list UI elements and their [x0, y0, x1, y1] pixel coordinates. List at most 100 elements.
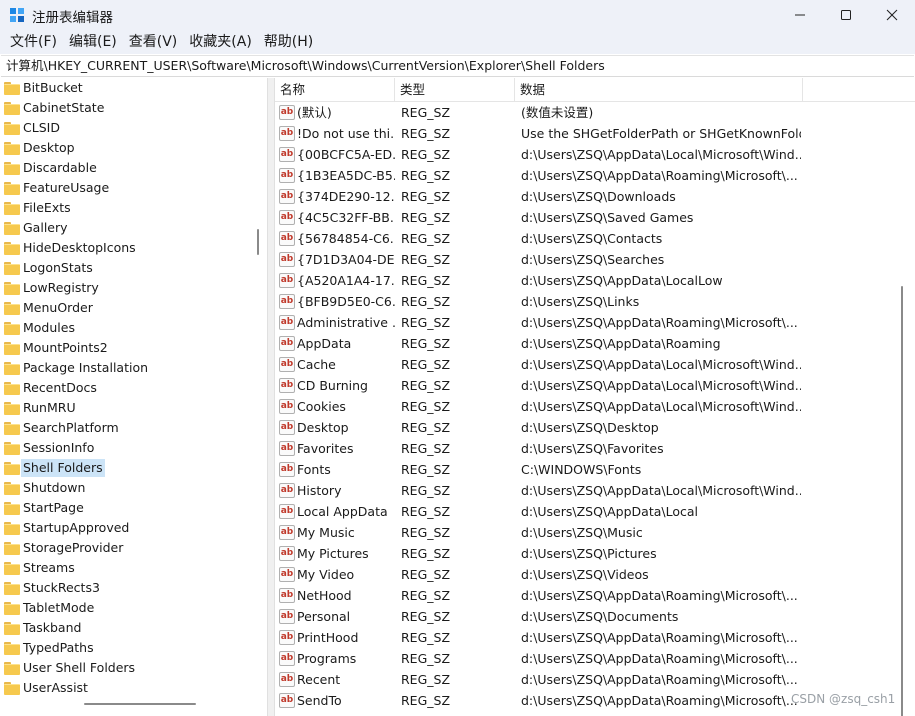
- tree-item[interactable]: FileExts: [1, 198, 251, 218]
- menu-help[interactable]: 帮助(H): [258, 30, 319, 54]
- tree-item[interactable]: StuckRects3: [1, 578, 251, 598]
- value-row[interactable]: ab CD Burning REG_SZ d:\Users\ZSQ\AppData\L…: [275, 375, 900, 396]
- menu-edit[interactable]: 编辑(E): [63, 30, 123, 54]
- value-row[interactable]: ab (默认) REG_SZ (数值未设置): [275, 102, 900, 123]
- value-name: Favorites: [297, 441, 354, 456]
- value-row[interactable]: ab Desktop REG_SZ d:\Users\ZSQ\Desktop: [275, 417, 900, 438]
- tree-item[interactable]: CabinetState: [1, 98, 251, 118]
- tree-item[interactable]: Streams: [1, 558, 251, 578]
- value-name: NetHood: [297, 588, 352, 603]
- column-header-data[interactable]: 数据: [515, 78, 803, 102]
- tree-item[interactable]: LowRegistry: [1, 278, 251, 298]
- value-name: My Music: [297, 525, 355, 540]
- value-row[interactable]: ab {1B3EA5DC-B5... REG_SZ d:\Users\ZSQ\AppD…: [275, 165, 900, 186]
- tree-item[interactable]: Shutdown: [1, 478, 251, 498]
- tree-item[interactable]: Discardable: [1, 158, 251, 178]
- tree-item[interactable]: MountPoints2: [1, 338, 251, 358]
- tree-item[interactable]: User Shell Folders: [1, 658, 251, 678]
- value-row[interactable]: ab Cookies REG_SZ d:\Users\ZSQ\AppData\Loca…: [275, 396, 900, 417]
- value-row[interactable]: ab AppData REG_SZ d:\Users\ZSQ\AppData\Roam…: [275, 333, 900, 354]
- close-button[interactable]: [869, 0, 915, 30]
- tree-item[interactable]: MenuOrder: [1, 298, 251, 318]
- value-row[interactable]: ab {00BCFC5A-ED... REG_SZ d:\Users\ZSQ\AppD…: [275, 144, 900, 165]
- menu-view[interactable]: 查看(V): [123, 30, 184, 54]
- value-row[interactable]: ab Cache REG_SZ d:\Users\ZSQ\AppData\Local\…: [275, 354, 900, 375]
- value-row[interactable]: ab NetHood REG_SZ d:\Users\ZSQ\AppData\Roam…: [275, 585, 900, 606]
- tree-item[interactable]: FeatureUsage: [1, 178, 251, 198]
- tree-item[interactable]: RecentDocs: [1, 378, 251, 398]
- tree-item[interactable]: Taskband: [1, 618, 251, 638]
- tree-item[interactable]: Package Installation: [1, 358, 251, 378]
- tree-item[interactable]: StartupApproved: [1, 518, 251, 538]
- value-row[interactable]: ab {4C5C32FF-BB... REG_SZ d:\Users\ZSQ\Save…: [275, 207, 900, 228]
- menu-file[interactable]: 文件(F): [4, 30, 63, 54]
- tree-item[interactable]: CLSID: [1, 118, 251, 138]
- tree-item[interactable]: Modules: [1, 318, 251, 338]
- folder-icon: [4, 602, 20, 615]
- tree-item[interactable]: BitBucket: [1, 78, 251, 98]
- value-type: REG_SZ: [401, 525, 451, 540]
- value-type: REG_SZ: [401, 462, 451, 477]
- value-row[interactable]: ab {A520A1A4-17... REG_SZ d:\Users\ZSQ\AppD…: [275, 270, 900, 291]
- menu-favorites[interactable]: 收藏夹(A): [183, 30, 258, 54]
- value-row[interactable]: ab Recent REG_SZ d:\Users\ZSQ\AppData\Roami…: [275, 669, 900, 690]
- value-row[interactable]: ab My Pictures REG_SZ d:\Users\ZSQ\Pictures: [275, 543, 900, 564]
- menu-bar: 文件(F) 编辑(E) 查看(V) 收藏夹(A) 帮助(H): [0, 30, 915, 54]
- tree-item[interactable]: HideDesktopIcons: [1, 238, 251, 258]
- value-row[interactable]: ab {BFB9D5E0-C6... REG_SZ d:\Users\ZSQ\Link…: [275, 291, 900, 312]
- tree-item[interactable]: Gallery: [1, 218, 251, 238]
- value-row[interactable]: ab Programs REG_SZ d:\Users\ZSQ\AppData\Roa…: [275, 648, 900, 669]
- key-tree[interactable]: BitBucket CabinetState CLSID Desktop Discard…: [1, 78, 267, 716]
- list-vertical-scrollbar[interactable]: [901, 286, 903, 716]
- tree-item[interactable]: Desktop: [1, 138, 251, 158]
- tree-item[interactable]: StorageProvider: [1, 538, 251, 558]
- tree-item[interactable]: TypedPaths: [1, 638, 251, 658]
- column-header-type[interactable]: 类型: [395, 78, 515, 102]
- value-row[interactable]: ab PrintHood REG_SZ d:\Users\ZSQ\AppData\Ro…: [275, 627, 900, 648]
- value-type: REG_SZ: [401, 315, 451, 330]
- value-row[interactable]: ab My Music REG_SZ d:\Users\ZSQ\Music: [275, 522, 900, 543]
- value-name: CD Burning: [297, 378, 368, 393]
- tree-item[interactable]: StartPage: [1, 498, 251, 518]
- value-row[interactable]: ab Personal REG_SZ d:\Users\ZSQ\Documents: [275, 606, 900, 627]
- value-row[interactable]: ab Favorites REG_SZ d:\Users\ZSQ\Favorites: [275, 438, 900, 459]
- value-row[interactable]: ab !Do not use thi... REG_SZ Use the SHGetF…: [275, 123, 900, 144]
- value-row[interactable]: ab History REG_SZ d:\Users\ZSQ\AppData\Loca…: [275, 480, 900, 501]
- pane-splitter[interactable]: [267, 78, 275, 716]
- value-row[interactable]: ab {56784854-C6... REG_SZ d:\Users\ZSQ\Cont…: [275, 228, 900, 249]
- tree-vertical-scrollbar[interactable]: [257, 229, 259, 255]
- folder-icon: [4, 302, 20, 315]
- value-name: {BFB9D5E0-C6...: [297, 294, 395, 309]
- address-bar[interactable]: 计算机\HKEY_CURRENT_USER\Software\Microsoft…: [1, 55, 914, 77]
- folder-icon: [4, 522, 20, 535]
- tree-item[interactable]: UserAssist: [1, 678, 251, 698]
- tree-item[interactable]: TabletMode: [1, 598, 251, 618]
- tree-item[interactable]: Shell Folders: [1, 458, 251, 478]
- tree-item[interactable]: SessionInfo: [1, 438, 251, 458]
- tree-item[interactable]: RunMRU: [1, 398, 251, 418]
- tree-item[interactable]: LogonStats: [1, 258, 251, 278]
- folder-icon: [4, 662, 20, 675]
- value-row[interactable]: ab {374DE290-12... REG_SZ d:\Users\ZSQ\Down…: [275, 186, 900, 207]
- tree-horizontal-scrollbar[interactable]: [84, 703, 196, 705]
- folder-icon: [4, 202, 20, 215]
- reg-sz-icon: ab: [279, 504, 295, 519]
- value-data: d:\Users\ZSQ\AppData\Roaming\Microsoft\.…: [521, 588, 798, 603]
- value-row[interactable]: ab My Video REG_SZ d:\Users\ZSQ\Videos: [275, 564, 900, 585]
- tree-item-label: StuckRects3: [23, 580, 100, 595]
- tree-item-label: HideDesktopIcons: [23, 240, 136, 255]
- value-row[interactable]: ab{7D1D3A04-DE... REG_SZ d:\Users\ZSQ\Sear…: [275, 249, 900, 270]
- list-header: 名称 类型 数据: [275, 78, 915, 102]
- value-type: REG_SZ: [401, 294, 451, 309]
- maximize-button[interactable]: [823, 0, 869, 30]
- column-header-name[interactable]: 名称: [275, 78, 395, 102]
- folder-icon: [4, 382, 20, 395]
- tree-item[interactable]: SearchPlatform: [1, 418, 251, 438]
- folder-icon: [4, 582, 20, 595]
- value-row[interactable]: ab Fonts REG_SZ C:\WINDOWS\Fonts: [275, 459, 900, 480]
- minimize-button[interactable]: [777, 0, 823, 30]
- tree-item-label: MenuOrder: [23, 300, 93, 315]
- value-row[interactable]: ab Local AppData REG_SZ d:\Users\ZSQ\AppDat…: [275, 501, 900, 522]
- value-row[interactable]: ab Administrative ... REG_SZ d:\Users\ZSQ\A…: [275, 312, 900, 333]
- value-name: {A520A1A4-17...: [297, 273, 395, 288]
